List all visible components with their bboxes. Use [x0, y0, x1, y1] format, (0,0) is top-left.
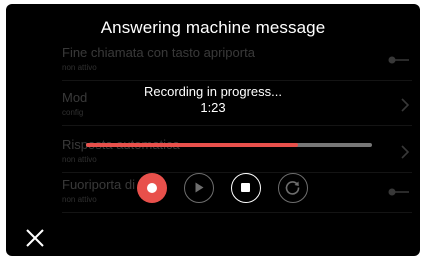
settings-row: Risposta automatica non attivo [62, 132, 412, 173]
recording-status: Recording in progress... [143, 84, 282, 99]
toggle-icon [388, 188, 409, 196]
settings-row-subtitle: non attivo [62, 155, 97, 164]
replay-button[interactable] [278, 173, 308, 203]
stop-icon [241, 183, 250, 192]
replay-icon [285, 181, 300, 195]
answering-machine-dialog: Fine chiamata con tasto apriporta non at… [6, 4, 420, 256]
toggle-icon [388, 56, 409, 64]
settings-row-subtitle: non attivo [62, 195, 97, 204]
play-button[interactable] [184, 173, 214, 203]
close-icon[interactable] [24, 227, 46, 249]
settings-row: Fine chiamata con tasto apriporta non at… [62, 40, 412, 81]
stop-button[interactable] [231, 173, 261, 203]
record-button[interactable] [137, 173, 167, 203]
play-icon [195, 182, 204, 193]
recording-progress-fill [86, 143, 298, 147]
dialog-title: Answering machine message [100, 18, 326, 37]
recording-elapsed-time: 1:23 [200, 100, 226, 115]
settings-row-subtitle: non attivo [62, 63, 97, 72]
recording-progress-bar [86, 143, 372, 147]
chevron-right-icon [401, 145, 410, 159]
record-icon [147, 183, 157, 193]
settings-row-title: Fine chiamata con tasto apriporta [62, 45, 255, 60]
